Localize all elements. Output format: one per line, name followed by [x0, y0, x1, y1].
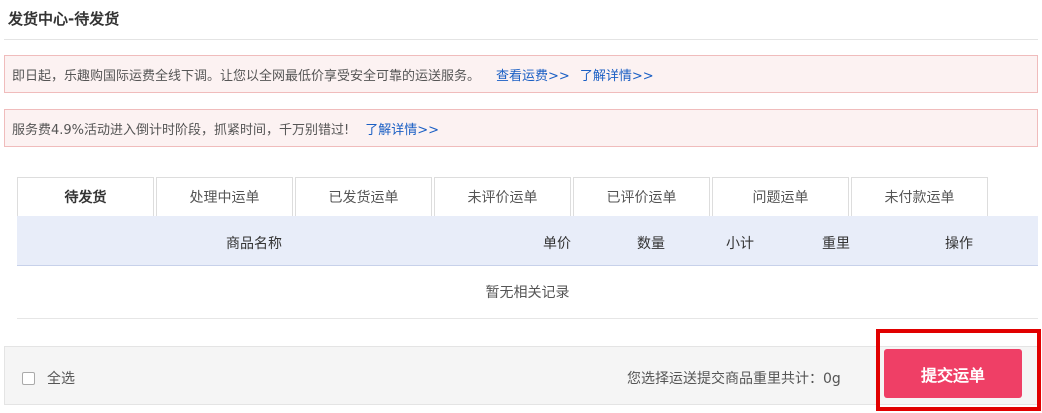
- view-fees-link[interactable]: 查看运费>>: [496, 65, 570, 84]
- tab-unpaid[interactable]: 未付款运单: [851, 177, 988, 216]
- column-header-quantity: 数量: [637, 236, 665, 252]
- notice-service-fee: 服务费4.9%活动进入倒计时阶段，抓紧时间，千万别错过! 了解详情>>: [4, 109, 1038, 147]
- tab-shipped[interactable]: 已发货运单: [295, 177, 432, 216]
- select-all-checkbox[interactable]: [22, 371, 35, 385]
- tab-unreviewed[interactable]: 未评价运单: [434, 177, 571, 216]
- notice-shipping-fee: 即日起，乐趣购国际运费全线下调。让您以全网最低价享受安全可靠的运送服务。 查看运…: [4, 55, 1038, 93]
- tab-reviewed[interactable]: 已评价运单: [573, 177, 710, 216]
- empty-state: 暂无相关记录: [17, 266, 1038, 319]
- tab-processing[interactable]: 处理中运单: [156, 177, 293, 216]
- title-divider: [4, 39, 1038, 40]
- submit-waybill-button[interactable]: 提交运单: [884, 349, 1022, 398]
- column-header-unit-price: 单价: [543, 236, 571, 252]
- tab-pending-shipment[interactable]: 待发货: [17, 177, 154, 216]
- weight-summary: 您选择运送提交商品重里共计：0g: [627, 371, 841, 387]
- column-header-subtotal: 小计: [726, 236, 754, 252]
- select-all[interactable]: 全选: [22, 368, 75, 388]
- notice-text: 即日起，乐趣购国际运费全线下调。让您以全网最低价享受安全可靠的运送服务。: [12, 68, 481, 84]
- column-header-product-name: 商品名称: [226, 236, 282, 252]
- notice-text: 服务费4.9%活动进入倒计时阶段，抓紧时间，千万别错过!: [12, 122, 350, 138]
- table-header: 商品名称 单价 数量 小计 重里 操作: [17, 216, 1038, 266]
- column-header-weight: 重里: [822, 236, 850, 252]
- learn-more-link[interactable]: 了解详情>>: [365, 119, 439, 138]
- select-all-label: 全选: [47, 371, 75, 387]
- page-title: 发货中心-待发货: [8, 10, 120, 28]
- tab-problem[interactable]: 问题运单: [712, 177, 849, 216]
- order-tabs: 待发货 处理中运单 已发货运单 未评价运单 已评价运单 问题运单 未付款运单: [17, 177, 990, 216]
- learn-more-link[interactable]: 了解详情>>: [580, 65, 654, 84]
- column-header-actions: 操作: [945, 236, 973, 252]
